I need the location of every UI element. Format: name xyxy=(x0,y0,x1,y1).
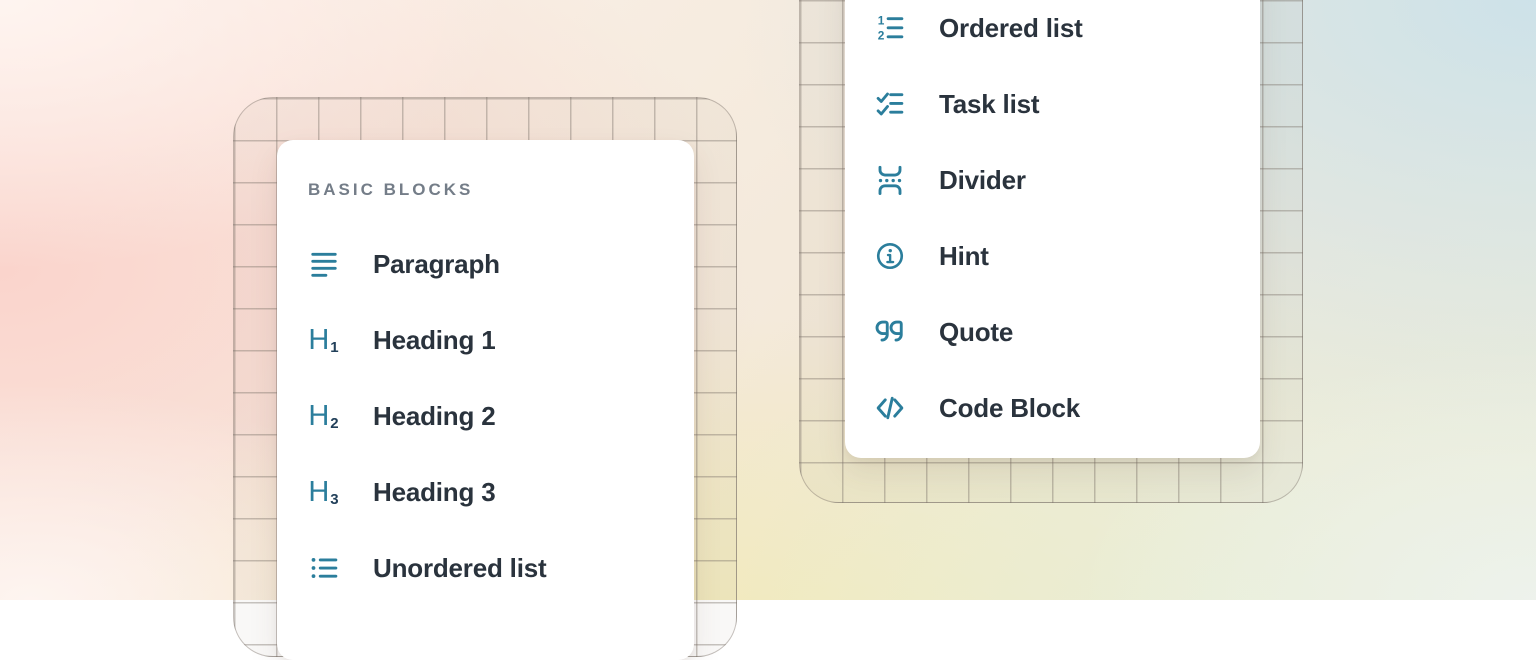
menu-item-label: Divider xyxy=(939,165,1026,196)
menu-item-label: Heading 1 xyxy=(373,325,495,356)
ordered-list-icon: 1 2 xyxy=(874,13,905,44)
paragraph-icon xyxy=(308,249,339,280)
menu-item-divider[interactable]: Divider xyxy=(874,142,1260,218)
heading-2-icon: H2 xyxy=(308,401,339,432)
section-label: BASIC BLOCKS xyxy=(308,180,694,200)
task-list-icon xyxy=(874,89,905,120)
menu-item-quote[interactable]: Quote xyxy=(874,294,1260,370)
menu-item-heading-3[interactable]: H3 Heading 3 xyxy=(308,454,694,530)
divider-icon xyxy=(874,165,905,196)
heading-1-icon: H1 xyxy=(308,325,339,356)
menu-item-code-block[interactable]: Code Block xyxy=(874,370,1260,446)
heading-3-icon: H3 xyxy=(308,477,339,508)
menu-item-heading-1[interactable]: H1 Heading 1 xyxy=(308,302,694,378)
menu-item-task-list[interactable]: Task list xyxy=(874,66,1260,142)
menu-item-ordered-list[interactable]: 1 2 Ordered list xyxy=(874,0,1260,66)
code-block-icon xyxy=(874,393,905,424)
menu-item-label: Paragraph xyxy=(373,249,500,280)
svg-text:2: 2 xyxy=(877,29,884,43)
unordered-list-icon xyxy=(308,553,339,584)
basic-blocks-menu: BASIC BLOCKS Paragraph H1 Heading 1 H2 xyxy=(277,140,694,660)
blocks-menu-continued: 1 2 Ordered list Task list xyxy=(845,0,1260,458)
blocks-list: 1 2 Ordered list Task list xyxy=(874,0,1260,446)
menu-item-label: Code Block xyxy=(939,393,1080,424)
quote-icon xyxy=(874,317,905,348)
menu-item-label: Heading 2 xyxy=(373,401,495,432)
menu-item-heading-2[interactable]: H2 Heading 2 xyxy=(308,378,694,454)
menu-item-hint[interactable]: Hint xyxy=(874,218,1260,294)
menu-item-label: Quote xyxy=(939,317,1013,348)
menu-item-unordered-list[interactable]: Unordered list xyxy=(308,530,694,606)
menu-item-label: Hint xyxy=(939,241,989,272)
basic-blocks-list: Paragraph H1 Heading 1 H2 Heading 2 H3 H… xyxy=(308,226,694,606)
menu-item-label: Task list xyxy=(939,89,1039,120)
menu-item-label: Unordered list xyxy=(373,553,546,584)
menu-item-label: Ordered list xyxy=(939,13,1083,44)
menu-item-label: Heading 3 xyxy=(373,477,495,508)
svg-text:1: 1 xyxy=(877,13,884,27)
gradient-background xyxy=(0,0,1536,600)
hint-icon xyxy=(874,241,905,272)
menu-item-paragraph[interactable]: Paragraph xyxy=(308,226,694,302)
